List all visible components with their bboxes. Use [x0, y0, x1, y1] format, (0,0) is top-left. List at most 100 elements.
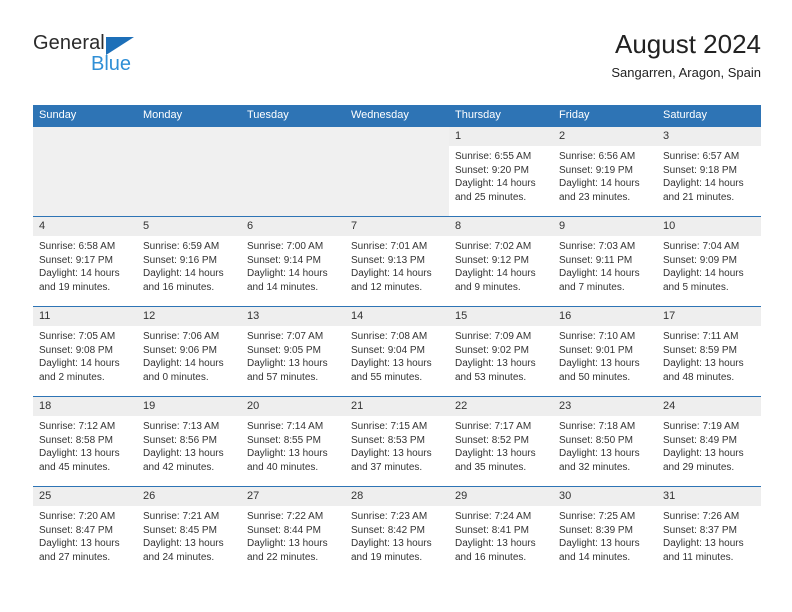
sunrise-text: Sunrise: 7:08 AM — [351, 331, 428, 342]
calendar-day[interactable]: 31 Sunrise: 7:26 AM Sunset: 8:37 PM Dayligh… — [657, 487, 761, 576]
title-block: August 2024 Sangarren, Aragon, Spain — [611, 28, 761, 83]
day-sun-info: Sunrise: 7:15 AM Sunset: 8:53 PM Daylight:… — [345, 416, 449, 474]
calendar-cell: 12 Sunrise: 7:06 AM Sunset: 9:06 PM Dayligh… — [137, 306, 241, 397]
daylight-text-line1: Daylight: 14 hours — [455, 268, 536, 280]
calendar-day[interactable]: 27 Sunrise: 7:22 AM Sunset: 8:44 PM Dayligh… — [241, 487, 345, 576]
calendar-day[interactable]: 12 Sunrise: 7:06 AM Sunset: 9:06 PM Dayligh… — [137, 307, 241, 396]
calendar-day[interactable]: 4 Sunrise: 6:58 AM Sunset: 9:17 PM Daylight… — [33, 217, 137, 306]
sunset-text: Sunset: 9:14 PM — [247, 254, 321, 266]
sunrise-text: Sunrise: 7:13 AM — [143, 421, 220, 432]
calendar-cell: 4 Sunrise: 6:58 AM Sunset: 9:17 PM Daylight… — [33, 216, 137, 307]
calendar-day[interactable]: 19 Sunrise: 7:13 AM Sunset: 8:56 PM Dayligh… — [137, 397, 241, 486]
calendar-day[interactable]: 25 Sunrise: 7:20 AM Sunset: 8:47 PM Dayligh… — [33, 487, 137, 576]
sunset-text: Sunset: 8:55 PM — [247, 434, 321, 446]
daylight-text-line1: Daylight: 13 hours — [247, 448, 328, 460]
calendar-day[interactable]: 28 Sunrise: 7:23 AM Sunset: 8:42 PM Dayligh… — [345, 487, 449, 576]
daylight-text-line1: Daylight: 13 hours — [559, 448, 640, 460]
day-sun-info: Sunrise: 7:12 AM Sunset: 8:58 PM Daylight:… — [33, 416, 137, 474]
daylight-text-line1: Daylight: 13 hours — [247, 538, 328, 550]
day-number: 23 — [553, 397, 657, 416]
day-number: 3 — [657, 127, 761, 146]
daylight-text-line2: and 16 minutes. — [455, 551, 527, 563]
calendar-day[interactable]: 3 Sunrise: 6:57 AM Sunset: 9:18 PM Daylight… — [657, 127, 761, 216]
calendar-day[interactable]: 7 Sunrise: 7:01 AM Sunset: 9:13 PM Daylight… — [345, 217, 449, 306]
calendar-body: 1 Sunrise: 6:55 AM Sunset: 9:20 PM Daylight… — [33, 127, 761, 576]
sunset-text: Sunset: 8:52 PM — [455, 434, 529, 446]
calendar-cell: 23 Sunrise: 7:18 AM Sunset: 8:50 PM Dayligh… — [553, 396, 657, 487]
sunrise-text: Sunrise: 7:00 AM — [247, 241, 324, 252]
calendar-day[interactable]: 17 Sunrise: 7:11 AM Sunset: 8:59 PM Dayligh… — [657, 307, 761, 396]
daylight-text-line1: Daylight: 14 hours — [143, 268, 224, 280]
sunset-text: Sunset: 9:13 PM — [351, 254, 425, 266]
sunrise-text: Sunrise: 7:17 AM — [455, 421, 532, 432]
calendar-day[interactable]: 24 Sunrise: 7:19 AM Sunset: 8:49 PM Dayligh… — [657, 397, 761, 486]
calendar-day[interactable]: 2 Sunrise: 6:56 AM Sunset: 9:19 PM Daylight… — [553, 127, 657, 216]
calendar-day[interactable]: 20 Sunrise: 7:14 AM Sunset: 8:55 PM Dayligh… — [241, 397, 345, 486]
calendar-cell: 8 Sunrise: 7:02 AM Sunset: 9:12 PM Daylight… — [449, 216, 553, 307]
daylight-text-line2: and 12 minutes. — [351, 281, 423, 293]
daylight-text-line1: Daylight: 14 hours — [351, 268, 432, 280]
daylight-text-line1: Daylight: 13 hours — [455, 448, 536, 460]
sunrise-text: Sunrise: 6:56 AM — [559, 151, 636, 162]
sunset-text: Sunset: 8:50 PM — [559, 434, 633, 446]
day-number: 24 — [657, 397, 761, 416]
calendar-day[interactable]: 1 Sunrise: 6:55 AM Sunset: 9:20 PM Daylight… — [449, 127, 553, 216]
day-number: 17 — [657, 307, 761, 326]
day-number: 30 — [553, 487, 657, 506]
calendar-day[interactable]: 14 Sunrise: 7:08 AM Sunset: 9:04 PM Dayligh… — [345, 307, 449, 396]
calendar-day-empty — [241, 127, 345, 216]
calendar-cell: 18 Sunrise: 7:12 AM Sunset: 8:58 PM Dayligh… — [33, 396, 137, 487]
daylight-text-line2: and 35 minutes. — [455, 461, 527, 473]
calendar-cell: 22 Sunrise: 7:17 AM Sunset: 8:52 PM Dayligh… — [449, 396, 553, 487]
general-blue-logo[interactable]: General Blue — [33, 32, 293, 88]
calendar-day[interactable]: 15 Sunrise: 7:09 AM Sunset: 9:02 PM Dayligh… — [449, 307, 553, 396]
daylight-text-line2: and 50 minutes. — [559, 371, 631, 383]
calendar-day[interactable]: 10 Sunrise: 7:04 AM Sunset: 9:09 PM Dayligh… — [657, 217, 761, 306]
calendar-day[interactable]: 16 Sunrise: 7:10 AM Sunset: 9:01 PM Dayligh… — [553, 307, 657, 396]
daylight-text-line2: and 19 minutes. — [351, 551, 423, 563]
daylight-text-line2: and 7 minutes. — [559, 281, 625, 293]
weekday-header-wednesday: Wednesday — [345, 105, 449, 127]
calendar-cell: 29 Sunrise: 7:24 AM Sunset: 8:41 PM Dayligh… — [449, 486, 553, 576]
calendar-day[interactable]: 18 Sunrise: 7:12 AM Sunset: 8:58 PM Dayligh… — [33, 397, 137, 486]
logo-text-general: General — [33, 32, 105, 54]
calendar-day[interactable]: 22 Sunrise: 7:17 AM Sunset: 8:52 PM Dayligh… — [449, 397, 553, 486]
weekday-header-saturday: Saturday — [657, 105, 761, 127]
calendar-cell: 3 Sunrise: 6:57 AM Sunset: 9:18 PM Daylight… — [657, 127, 761, 217]
calendar-day[interactable]: 6 Sunrise: 7:00 AM Sunset: 9:14 PM Daylight… — [241, 217, 345, 306]
day-sun-info: Sunrise: 7:19 AM Sunset: 8:49 PM Daylight:… — [657, 416, 761, 474]
sunset-text: Sunset: 9:05 PM — [247, 344, 321, 356]
calendar-cell: 1 Sunrise: 6:55 AM Sunset: 9:20 PM Daylight… — [449, 127, 553, 217]
calendar-day[interactable]: 8 Sunrise: 7:02 AM Sunset: 9:12 PM Daylight… — [449, 217, 553, 306]
sunrise-text: Sunrise: 7:11 AM — [663, 331, 739, 342]
calendar-day[interactable]: 21 Sunrise: 7:15 AM Sunset: 8:53 PM Dayligh… — [345, 397, 449, 486]
sunrise-text: Sunrise: 7:05 AM — [39, 331, 116, 342]
daylight-text-line1: Daylight: 14 hours — [663, 178, 744, 190]
sunrise-text: Sunrise: 7:22 AM — [247, 511, 324, 522]
day-number: 6 — [241, 217, 345, 236]
calendar-day[interactable]: 11 Sunrise: 7:05 AM Sunset: 9:08 PM Dayligh… — [33, 307, 137, 396]
calendar-day[interactable]: 5 Sunrise: 6:59 AM Sunset: 9:16 PM Daylight… — [137, 217, 241, 306]
calendar-day[interactable]: 23 Sunrise: 7:18 AM Sunset: 8:50 PM Dayligh… — [553, 397, 657, 486]
day-sun-info: Sunrise: 7:25 AM Sunset: 8:39 PM Daylight:… — [553, 506, 657, 564]
calendar-cell: 6 Sunrise: 7:00 AM Sunset: 9:14 PM Daylight… — [241, 216, 345, 307]
calendar-day[interactable]: 13 Sunrise: 7:07 AM Sunset: 9:05 PM Dayligh… — [241, 307, 345, 396]
calendar-day[interactable]: 26 Sunrise: 7:21 AM Sunset: 8:45 PM Dayligh… — [137, 487, 241, 576]
day-number: 20 — [241, 397, 345, 416]
day-number: 7 — [345, 217, 449, 236]
sunrise-text: Sunrise: 6:59 AM — [143, 241, 220, 252]
calendar-day[interactable]: 9 Sunrise: 7:03 AM Sunset: 9:11 PM Daylight… — [553, 217, 657, 306]
day-sun-info: Sunrise: 7:07 AM Sunset: 9:05 PM Daylight:… — [241, 326, 345, 384]
calendar-cell — [137, 127, 241, 217]
sunrise-text: Sunrise: 7:02 AM — [455, 241, 532, 252]
sunset-text: Sunset: 9:20 PM — [455, 164, 529, 176]
daylight-text-line2: and 19 minutes. — [39, 281, 111, 293]
sunset-text: Sunset: 9:09 PM — [663, 254, 737, 266]
daylight-text-line1: Daylight: 14 hours — [663, 268, 744, 280]
calendar-cell: 2 Sunrise: 6:56 AM Sunset: 9:19 PM Daylight… — [553, 127, 657, 217]
calendar-cell: 26 Sunrise: 7:21 AM Sunset: 8:45 PM Dayligh… — [137, 486, 241, 576]
daylight-text-line1: Daylight: 13 hours — [143, 538, 224, 550]
calendar-day[interactable]: 29 Sunrise: 7:24 AM Sunset: 8:41 PM Dayligh… — [449, 487, 553, 576]
calendar-day[interactable]: 30 Sunrise: 7:25 AM Sunset: 8:39 PM Dayligh… — [553, 487, 657, 576]
sunset-text: Sunset: 9:12 PM — [455, 254, 529, 266]
